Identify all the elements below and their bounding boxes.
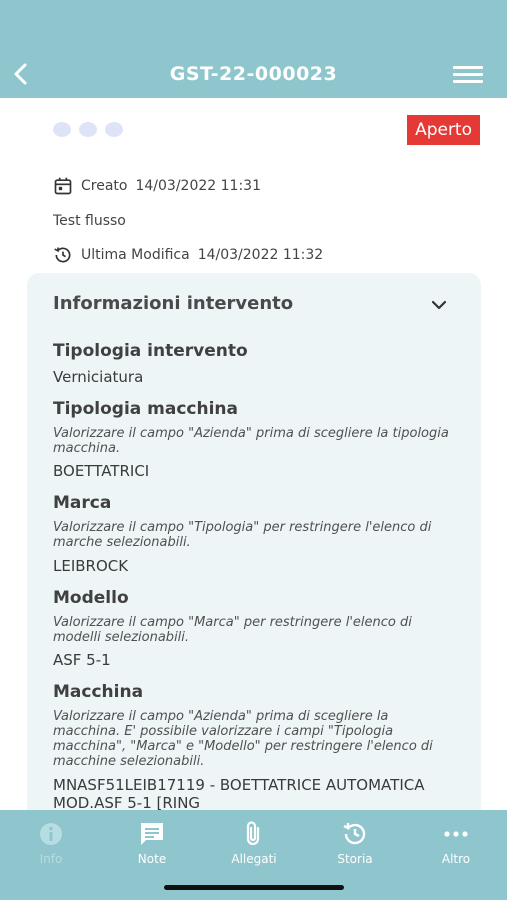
note-icon [141,823,163,845]
created-value: 14/03/2022 11:31 [135,178,261,194]
field-value[interactable]: MNASF51LEIB17119 - BOETTATRICE AUTOMATIC… [53,776,473,812]
paperclip-icon [246,821,260,846]
field-label: Tipologia intervento [53,341,248,361]
status-badge: Aperto [407,115,480,145]
modified-label: Ultima Modifica [81,247,190,263]
description: Test flusso [53,213,126,229]
more-icon [444,831,468,837]
history-icon [343,823,366,845]
loading-dots [53,122,123,138]
field-label: Tipologia macchina [53,399,239,419]
calendar-icon [54,177,72,195]
history-icon [54,247,71,263]
modified-row: Ultima Modifica 14/03/2022 11:32 [53,245,323,265]
dot [105,122,123,137]
hamburger-menu-icon[interactable] [453,66,483,84]
section-title[interactable]: Informazioni intervento [53,293,293,314]
tab-label: Note [137,852,167,866]
dot [79,122,97,137]
field-label: Marca [53,493,112,513]
field-hint: Valorizzare il campo "Marca" per restrin… [53,615,412,645]
field-value[interactable]: Verniciatura [53,368,473,386]
tab-note[interactable]: Note [112,820,192,866]
home-indicator [164,885,344,890]
bottom-tab-bar: Info Note Allegati Storia Altro [0,810,507,900]
field-value[interactable]: LEIBROCK [53,557,473,575]
page-title: GST-22-000023 [169,63,338,85]
tab-info[interactable]: Info [11,820,91,866]
info-section-card: Informazioni intervento Tipologia interv… [27,273,481,833]
tab-label: Info [39,852,63,866]
modified-value: 14/03/2022 11:32 [197,247,324,263]
created-label: Creato [81,178,128,194]
field-value[interactable]: ASF 5-1 [53,651,473,669]
tab-label: Allegati [231,852,277,866]
tab-label: Storia [337,852,373,866]
chevron-down-icon[interactable] [431,299,447,311]
field-hint: Valorizzare il campo "Tipologia" per res… [53,520,432,550]
app-header: GST-22-000023 [0,0,507,98]
field-label: Macchina [53,682,144,702]
created-row: Creato 14/03/2022 11:31 [53,176,261,196]
tab-allegati[interactable]: Allegati [214,820,294,866]
field-value[interactable]: BOETTATRICI [53,462,473,480]
field-label: Modello [53,588,129,608]
tab-label: Altro [441,852,471,866]
tab-storia[interactable]: Storia [315,820,395,866]
tab-altro[interactable]: Altro [416,820,496,866]
field-hint: Valorizzare il campo "Azienda" prima di … [53,709,433,769]
info-icon [40,823,62,845]
field-hint: Valorizzare il campo "Azienda" prima di … [53,426,449,456]
dot [53,122,71,137]
